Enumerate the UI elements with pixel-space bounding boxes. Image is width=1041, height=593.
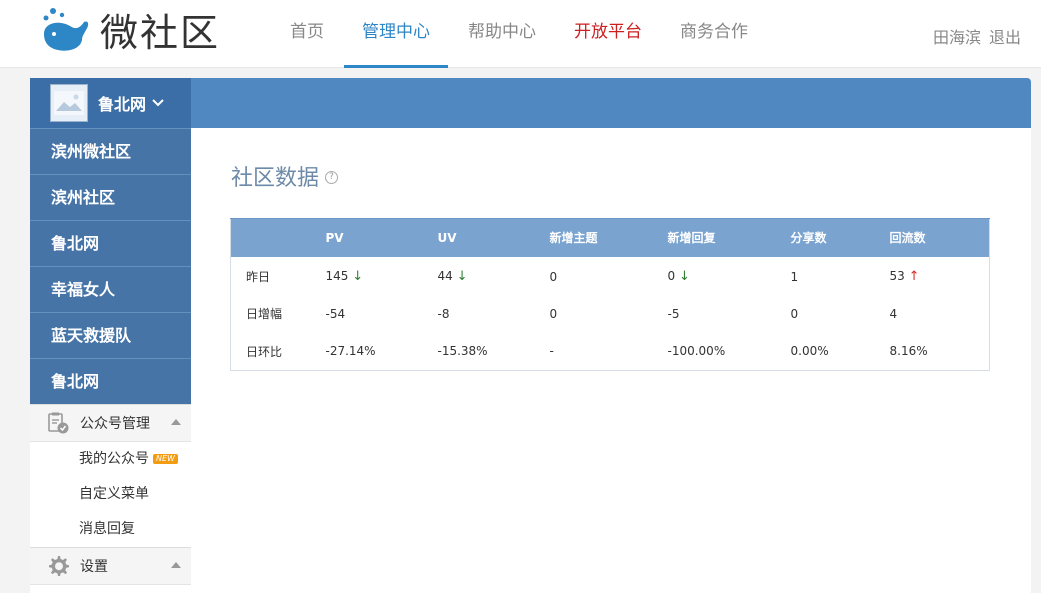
cell-topics: -	[549, 344, 554, 359]
table-header-row: PV UV 新增主题 新增回复 分享数 回流数	[230, 218, 990, 257]
col-header-new-topics: 新增主题	[549, 218, 668, 257]
cell-backflow: 53 ↑	[890, 257, 990, 295]
cell-uv: -15.38%	[437, 344, 488, 359]
cell-pv: -54	[325, 306, 346, 321]
cell-backflow: 4	[889, 306, 898, 321]
nav-business[interactable]: 商务合作	[662, 0, 766, 68]
cell-uv: -8	[437, 306, 450, 321]
main-panel: 社区数据? PV UV 新增主题 新增回复 分享数 回流数 昨日 145 ↓ 4…	[191, 128, 1031, 593]
cell-shares: 0	[790, 306, 799, 321]
col-header-new-replies: 新增回复	[667, 218, 791, 257]
community-item-happy-women[interactable]: 幸福女人	[30, 266, 191, 312]
community-item-lubei[interactable]: 鲁北网	[30, 220, 191, 266]
account-switcher[interactable]: 鲁北网	[30, 78, 191, 128]
page-title: 社区数据?	[231, 160, 339, 192]
cell-backflow: 8.16%	[889, 344, 928, 359]
row-label: 日环比	[246, 344, 283, 359]
new-badge: NEW	[153, 453, 178, 464]
logo[interactable]: 微社区	[40, 6, 220, 55]
help-icon[interactable]: ?	[325, 170, 339, 184]
nav-home[interactable]: 首页	[272, 0, 342, 68]
logo-text: 微社区	[100, 10, 221, 55]
table-row: 昨日 145 ↓ 44 ↓ 0 0 ↓ 1 53 ↑	[231, 257, 990, 295]
account-avatar	[50, 84, 88, 122]
whale-logo-icon	[43, 8, 89, 51]
menu-label: 消息回复	[79, 521, 135, 537]
arrow-down-icon: ↓	[678, 269, 690, 284]
table-row: 日增幅 -54 -8 0 -5 0 4	[231, 295, 990, 333]
cell-replies: -5	[667, 306, 680, 321]
nav-open-platform[interactable]: 开放平台	[556, 0, 660, 68]
gear-icon	[49, 556, 69, 576]
sidebar: 鲁北网 滨州微社区 滨州社区 鲁北网 幸福女人 蓝天救援队 鲁北网 公众号管理 …	[30, 78, 191, 593]
caret-up-icon	[171, 419, 181, 425]
cell-uv: 44 ↓	[438, 257, 550, 295]
table-row: 日环比 -27.14% -15.38% - -100.00% 0.00% 8.1…	[231, 333, 990, 371]
arrow-down-icon: ↓	[456, 269, 468, 284]
menu-my-official-account[interactable]: 我的公众号 NEW	[30, 442, 191, 477]
cell-value: 53	[889, 269, 905, 283]
section-official-account[interactable]: 公众号管理	[30, 404, 191, 442]
col-header-uv: UV	[437, 218, 550, 257]
top-header: 微社区 首页 管理中心 帮助中心 开放平台 商务合作 田海滨 退出	[0, 0, 1041, 68]
community-item-blue-sky-rescue[interactable]: 蓝天救援队	[30, 312, 191, 358]
arrow-up-icon: ↑	[908, 269, 920, 284]
caret-up-icon	[171, 562, 181, 568]
arrow-down-icon: ↓	[352, 269, 364, 284]
cell-pv: -27.14%	[325, 344, 376, 359]
cell-value: 44	[437, 269, 453, 283]
nav-help-center[interactable]: 帮助中心	[450, 0, 554, 68]
menu-label: 我的公众号	[79, 451, 149, 467]
user-name[interactable]: 田海滨	[933, 28, 981, 47]
community-item-binzhou-micro[interactable]: 滨州微社区	[30, 128, 191, 174]
account-name: 鲁北网	[98, 95, 147, 114]
menu-message-reply[interactable]: 消息回复	[30, 512, 191, 547]
cell-replies: 0 ↓	[668, 257, 791, 295]
clipboard-check-icon	[48, 412, 69, 434]
cell-replies: -100.00%	[667, 344, 726, 359]
col-header-shares: 分享数	[790, 218, 890, 257]
section-label: 设置	[80, 559, 108, 575]
logout-link[interactable]: 退出	[989, 28, 1021, 47]
row-label: 日增幅	[246, 307, 283, 321]
cell-value: 145	[325, 269, 349, 283]
cell-shares: 1	[790, 269, 799, 284]
col-header-pv: PV	[325, 218, 438, 257]
cell-pv: 145 ↓	[326, 257, 438, 295]
nav-admin-center[interactable]: 管理中心	[344, 0, 448, 68]
image-placeholder-icon	[54, 91, 84, 115]
col-header-blank	[230, 218, 326, 257]
cell-value: 0	[667, 269, 676, 283]
section-settings[interactable]: 设置	[30, 547, 191, 585]
chevron-down-icon	[152, 95, 164, 111]
cell-topics: 0	[549, 269, 558, 284]
col-header-backflow: 回流数	[889, 218, 990, 257]
community-item-binzhou[interactable]: 滨州社区	[30, 174, 191, 220]
row-label: 昨日	[246, 270, 271, 284]
cell-shares: 0.00%	[790, 344, 829, 359]
user-box: 田海滨 退出	[925, 24, 1021, 48]
section-label: 公众号管理	[80, 416, 150, 432]
cell-topics: 0	[549, 306, 558, 321]
menu-custom-menu[interactable]: 自定义菜单	[30, 477, 191, 512]
community-item-lubei-2[interactable]: 鲁北网	[30, 358, 191, 404]
menu-label: 自定义菜单	[79, 486, 149, 502]
main-nav: 首页 管理中心 帮助中心 开放平台 商务合作	[272, 0, 768, 68]
community-stats-table: PV UV 新增主题 新增回复 分享数 回流数 昨日 145 ↓ 44 ↓ 0 …	[230, 218, 990, 371]
page-title-text: 社区数据	[231, 166, 320, 191]
